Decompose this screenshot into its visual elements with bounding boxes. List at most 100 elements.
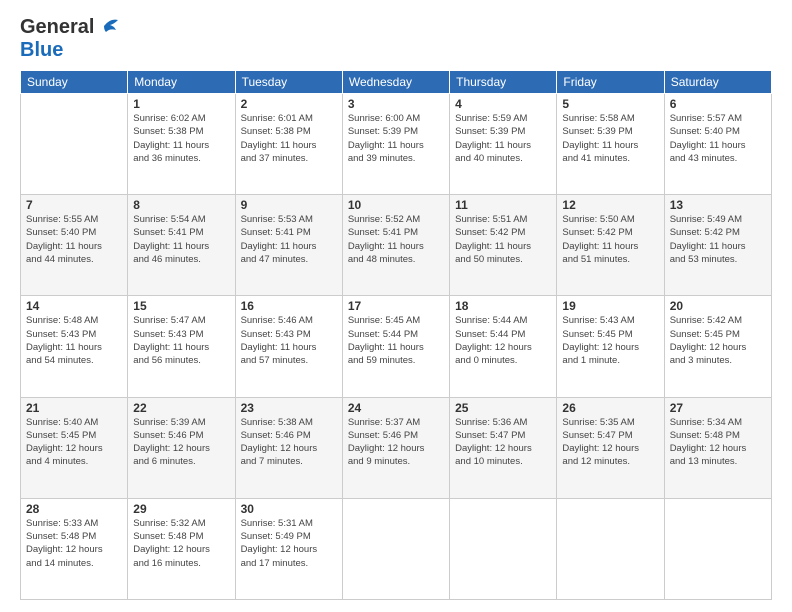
table-row: 27Sunrise: 5:34 AM Sunset: 5:48 PM Dayli… bbox=[664, 397, 771, 498]
day-number: 4 bbox=[455, 97, 551, 111]
day-info: Sunrise: 5:36 AM Sunset: 5:47 PM Dayligh… bbox=[455, 416, 551, 469]
day-info: Sunrise: 6:00 AM Sunset: 5:39 PM Dayligh… bbox=[348, 112, 444, 165]
day-info: Sunrise: 5:50 AM Sunset: 5:42 PM Dayligh… bbox=[562, 213, 658, 266]
table-row: 28Sunrise: 5:33 AM Sunset: 5:48 PM Dayli… bbox=[21, 498, 128, 599]
day-number: 5 bbox=[562, 97, 658, 111]
logo-bird-icon bbox=[96, 16, 118, 36]
table-row: 17Sunrise: 5:45 AM Sunset: 5:44 PM Dayli… bbox=[342, 296, 449, 397]
table-row: 10Sunrise: 5:52 AM Sunset: 5:41 PM Dayli… bbox=[342, 195, 449, 296]
day-info: Sunrise: 5:45 AM Sunset: 5:44 PM Dayligh… bbox=[348, 314, 444, 367]
day-info: Sunrise: 5:34 AM Sunset: 5:48 PM Dayligh… bbox=[670, 416, 766, 469]
col-monday: Monday bbox=[128, 71, 235, 94]
day-number: 30 bbox=[241, 502, 337, 516]
logo: General Blue bbox=[20, 16, 118, 62]
day-info: Sunrise: 5:46 AM Sunset: 5:43 PM Dayligh… bbox=[241, 314, 337, 367]
logo-blue: Blue bbox=[20, 39, 63, 61]
day-number: 22 bbox=[133, 401, 229, 415]
calendar-table: Sunday Monday Tuesday Wednesday Thursday… bbox=[20, 70, 772, 600]
day-number: 3 bbox=[348, 97, 444, 111]
table-row: 15Sunrise: 5:47 AM Sunset: 5:43 PM Dayli… bbox=[128, 296, 235, 397]
logo-general: General bbox=[20, 16, 94, 39]
day-number: 2 bbox=[241, 97, 337, 111]
day-info: Sunrise: 5:31 AM Sunset: 5:49 PM Dayligh… bbox=[241, 517, 337, 570]
day-number: 23 bbox=[241, 401, 337, 415]
day-info: Sunrise: 6:02 AM Sunset: 5:38 PM Dayligh… bbox=[133, 112, 229, 165]
table-row: 30Sunrise: 5:31 AM Sunset: 5:49 PM Dayli… bbox=[235, 498, 342, 599]
table-row: 11Sunrise: 5:51 AM Sunset: 5:42 PM Dayli… bbox=[450, 195, 557, 296]
day-number: 20 bbox=[670, 299, 766, 313]
table-row: 8Sunrise: 5:54 AM Sunset: 5:41 PM Daylig… bbox=[128, 195, 235, 296]
table-row: 7Sunrise: 5:55 AM Sunset: 5:40 PM Daylig… bbox=[21, 195, 128, 296]
col-friday: Friday bbox=[557, 71, 664, 94]
calendar-week-row: 21Sunrise: 5:40 AM Sunset: 5:45 PM Dayli… bbox=[21, 397, 772, 498]
day-number: 12 bbox=[562, 198, 658, 212]
day-info: Sunrise: 5:42 AM Sunset: 5:45 PM Dayligh… bbox=[670, 314, 766, 367]
day-info: Sunrise: 5:33 AM Sunset: 5:48 PM Dayligh… bbox=[26, 517, 122, 570]
table-row: 16Sunrise: 5:46 AM Sunset: 5:43 PM Dayli… bbox=[235, 296, 342, 397]
day-info: Sunrise: 5:57 AM Sunset: 5:40 PM Dayligh… bbox=[670, 112, 766, 165]
day-number: 8 bbox=[133, 198, 229, 212]
calendar-week-row: 7Sunrise: 5:55 AM Sunset: 5:40 PM Daylig… bbox=[21, 195, 772, 296]
calendar-week-row: 1Sunrise: 6:02 AM Sunset: 5:38 PM Daylig… bbox=[21, 94, 772, 195]
day-number: 16 bbox=[241, 299, 337, 313]
day-number: 10 bbox=[348, 198, 444, 212]
day-info: Sunrise: 5:43 AM Sunset: 5:45 PM Dayligh… bbox=[562, 314, 658, 367]
col-sunday: Sunday bbox=[21, 71, 128, 94]
table-row: 24Sunrise: 5:37 AM Sunset: 5:46 PM Dayli… bbox=[342, 397, 449, 498]
day-number: 18 bbox=[455, 299, 551, 313]
col-thursday: Thursday bbox=[450, 71, 557, 94]
day-number: 6 bbox=[670, 97, 766, 111]
day-number: 13 bbox=[670, 198, 766, 212]
day-info: Sunrise: 5:58 AM Sunset: 5:39 PM Dayligh… bbox=[562, 112, 658, 165]
table-row: 26Sunrise: 5:35 AM Sunset: 5:47 PM Dayli… bbox=[557, 397, 664, 498]
day-number: 27 bbox=[670, 401, 766, 415]
day-number: 9 bbox=[241, 198, 337, 212]
table-row: 13Sunrise: 5:49 AM Sunset: 5:42 PM Dayli… bbox=[664, 195, 771, 296]
table-row: 29Sunrise: 5:32 AM Sunset: 5:48 PM Dayli… bbox=[128, 498, 235, 599]
day-number: 24 bbox=[348, 401, 444, 415]
day-info: Sunrise: 5:53 AM Sunset: 5:41 PM Dayligh… bbox=[241, 213, 337, 266]
calendar-week-row: 28Sunrise: 5:33 AM Sunset: 5:48 PM Dayli… bbox=[21, 498, 772, 599]
col-saturday: Saturday bbox=[664, 71, 771, 94]
table-row: 14Sunrise: 5:48 AM Sunset: 5:43 PM Dayli… bbox=[21, 296, 128, 397]
day-info: Sunrise: 5:35 AM Sunset: 5:47 PM Dayligh… bbox=[562, 416, 658, 469]
day-number: 25 bbox=[455, 401, 551, 415]
page: General Blue Sunday Monday Tuesday Wedne… bbox=[0, 0, 792, 612]
col-tuesday: Tuesday bbox=[235, 71, 342, 94]
table-row: 20Sunrise: 5:42 AM Sunset: 5:45 PM Dayli… bbox=[664, 296, 771, 397]
calendar-week-row: 14Sunrise: 5:48 AM Sunset: 5:43 PM Dayli… bbox=[21, 296, 772, 397]
day-info: Sunrise: 5:55 AM Sunset: 5:40 PM Dayligh… bbox=[26, 213, 122, 266]
table-row bbox=[342, 498, 449, 599]
table-row: 23Sunrise: 5:38 AM Sunset: 5:46 PM Dayli… bbox=[235, 397, 342, 498]
col-wednesday: Wednesday bbox=[342, 71, 449, 94]
table-row bbox=[21, 94, 128, 195]
day-info: Sunrise: 5:40 AM Sunset: 5:45 PM Dayligh… bbox=[26, 416, 122, 469]
day-info: Sunrise: 5:48 AM Sunset: 5:43 PM Dayligh… bbox=[26, 314, 122, 367]
table-row: 9Sunrise: 5:53 AM Sunset: 5:41 PM Daylig… bbox=[235, 195, 342, 296]
day-info: Sunrise: 5:47 AM Sunset: 5:43 PM Dayligh… bbox=[133, 314, 229, 367]
day-number: 19 bbox=[562, 299, 658, 313]
day-info: Sunrise: 5:37 AM Sunset: 5:46 PM Dayligh… bbox=[348, 416, 444, 469]
day-info: Sunrise: 5:38 AM Sunset: 5:46 PM Dayligh… bbox=[241, 416, 337, 469]
table-row: 4Sunrise: 5:59 AM Sunset: 5:39 PM Daylig… bbox=[450, 94, 557, 195]
table-row: 18Sunrise: 5:44 AM Sunset: 5:44 PM Dayli… bbox=[450, 296, 557, 397]
table-row: 21Sunrise: 5:40 AM Sunset: 5:45 PM Dayli… bbox=[21, 397, 128, 498]
day-info: Sunrise: 6:01 AM Sunset: 5:38 PM Dayligh… bbox=[241, 112, 337, 165]
table-row: 6Sunrise: 5:57 AM Sunset: 5:40 PM Daylig… bbox=[664, 94, 771, 195]
day-number: 29 bbox=[133, 502, 229, 516]
table-row: 3Sunrise: 6:00 AM Sunset: 5:39 PM Daylig… bbox=[342, 94, 449, 195]
day-info: Sunrise: 5:44 AM Sunset: 5:44 PM Dayligh… bbox=[455, 314, 551, 367]
table-row bbox=[450, 498, 557, 599]
table-row: 5Sunrise: 5:58 AM Sunset: 5:39 PM Daylig… bbox=[557, 94, 664, 195]
header: General Blue bbox=[20, 16, 772, 62]
day-number: 1 bbox=[133, 97, 229, 111]
day-info: Sunrise: 5:39 AM Sunset: 5:46 PM Dayligh… bbox=[133, 416, 229, 469]
table-row: 25Sunrise: 5:36 AM Sunset: 5:47 PM Dayli… bbox=[450, 397, 557, 498]
table-row: 12Sunrise: 5:50 AM Sunset: 5:42 PM Dayli… bbox=[557, 195, 664, 296]
calendar-header-row: Sunday Monday Tuesday Wednesday Thursday… bbox=[21, 71, 772, 94]
day-info: Sunrise: 5:32 AM Sunset: 5:48 PM Dayligh… bbox=[133, 517, 229, 570]
day-number: 21 bbox=[26, 401, 122, 415]
table-row: 19Sunrise: 5:43 AM Sunset: 5:45 PM Dayli… bbox=[557, 296, 664, 397]
table-row: 1Sunrise: 6:02 AM Sunset: 5:38 PM Daylig… bbox=[128, 94, 235, 195]
table-row: 22Sunrise: 5:39 AM Sunset: 5:46 PM Dayli… bbox=[128, 397, 235, 498]
